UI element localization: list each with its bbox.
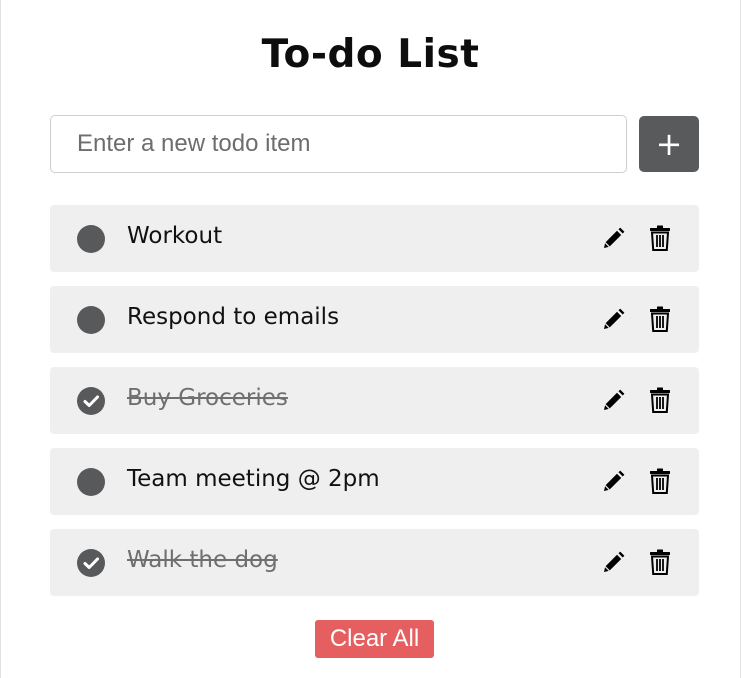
todo-list: Workout Respond to emails Buy Groceries [50,205,699,610]
todo-card: To-do List + Workout Respond to emails [0,0,741,678]
todo-item: Team meeting @ 2pm [50,448,699,515]
todo-item-completed: Buy Groceries [50,367,699,434]
add-todo-form: + [50,115,699,173]
page-title: To-do List [261,32,480,77]
pencil-icon[interactable] [601,227,625,251]
circle-check-icon[interactable] [77,549,105,577]
trash-icon[interactable] [649,306,671,332]
todo-item-label: Team meeting @ 2pm [127,466,380,492]
clear-all-button[interactable]: Clear All [315,620,434,658]
status-circle-icon[interactable] [77,225,105,253]
todo-item-label: Walk the dog [127,547,278,573]
pencil-icon[interactable] [601,470,625,494]
trash-icon[interactable] [649,549,671,575]
trash-icon[interactable] [649,387,671,413]
todo-item-completed: Walk the dog [50,529,699,596]
todo-item-label: Workout [127,223,223,249]
todo-item-label: Buy Groceries [127,385,288,411]
status-circle-icon[interactable] [77,468,105,496]
todo-item-label: Respond to emails [127,304,340,330]
circle-check-icon[interactable] [77,387,105,415]
todo-item: Workout [50,205,699,272]
status-circle-icon[interactable] [77,306,105,334]
todo-item: Respond to emails [50,286,699,353]
trash-icon[interactable] [649,225,671,251]
trash-icon[interactable] [649,468,671,494]
pencil-icon[interactable] [601,308,625,332]
todo-input[interactable] [50,115,627,173]
pencil-icon[interactable] [601,389,625,413]
pencil-icon[interactable] [601,551,625,575]
add-todo-button[interactable]: + [639,116,699,172]
